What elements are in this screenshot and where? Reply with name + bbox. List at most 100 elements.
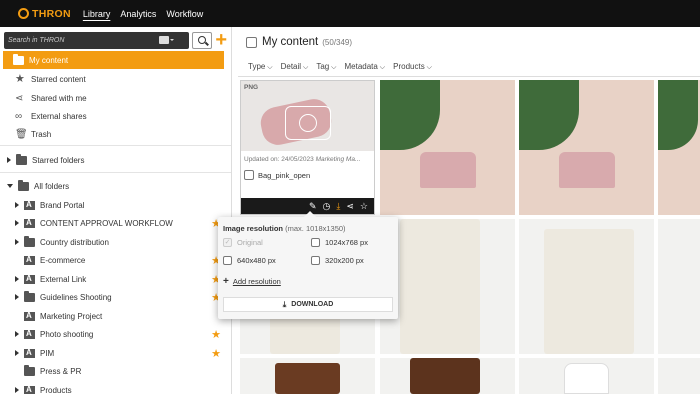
folder-icon <box>18 179 29 191</box>
sidebar-item-label: Trash <box>31 129 52 139</box>
sidebar-item-trash[interactable]: 🗑 Trash <box>0 125 51 143</box>
expand-icon[interactable] <box>15 294 19 300</box>
filter-metadata[interactable]: Metadata <box>345 62 386 72</box>
expand-icon[interactable] <box>15 387 19 393</box>
expand-icon[interactable] <box>15 331 19 337</box>
collapse-icon[interactable] <box>7 184 13 188</box>
folder-photo-shooting[interactable]: Photo shooting ★ <box>0 325 231 343</box>
add-button[interactable]: + <box>215 30 227 50</box>
sidebar-starred-folders[interactable]: Starred folders <box>0 151 84 169</box>
search-input[interactable]: Search in THRON <box>4 32 189 49</box>
folder-label: Country distribution <box>40 237 109 247</box>
asset-thumbnail <box>241 81 374 151</box>
thron-logo[interactable]: THRON <box>18 8 71 20</box>
folder-a-icon <box>24 311 35 321</box>
filter-detail[interactable]: Detail <box>281 62 309 72</box>
select-all-checkbox[interactable] <box>246 36 257 48</box>
nav-library[interactable]: Library <box>83 9 111 19</box>
folder-marketing-project[interactable]: Marketing Project <box>0 307 231 325</box>
card-name: Bag_pink_open <box>258 170 311 180</box>
sidebar-item-starred-content[interactable]: ★ Starred content <box>0 70 86 88</box>
expand-icon[interactable] <box>15 276 19 282</box>
nav-workflow[interactable]: Workflow <box>166 9 203 19</box>
folder-icon <box>24 235 35 247</box>
star-icon: ★ <box>15 72 25 85</box>
share-icon[interactable]: ⋖ <box>346 201 354 212</box>
checkbox-1024[interactable] <box>311 238 320 247</box>
link-icon: ∞ <box>15 110 23 122</box>
filter-type[interactable]: Type <box>248 62 273 72</box>
popup-title: Image resolution <box>223 224 284 233</box>
folder-external-link[interactable]: External Link★ <box>0 270 231 288</box>
expand-icon[interactable] <box>15 239 19 245</box>
card-checkbox[interactable] <box>244 170 254 180</box>
option-1024[interactable]: 1024x768 px <box>311 238 368 247</box>
folder-label: CONTENT APPROVAL WORKFLOW <box>40 218 173 228</box>
sidebar-all-folders[interactable]: All folders <box>0 177 69 195</box>
filter-bar: Type Detail Tag Metadata Products <box>238 57 700 77</box>
filter-tag[interactable]: Tag <box>316 62 336 72</box>
star-icon[interactable]: ★ <box>211 347 221 360</box>
expand-icon[interactable] <box>15 220 19 226</box>
folder-a-icon <box>24 329 35 339</box>
folder-press-pr[interactable]: Press & PR <box>0 362 231 380</box>
option-320[interactable]: 320x200 px <box>311 256 364 265</box>
folder-label: Guidelines Shooting <box>40 292 112 302</box>
card-folder: Marketing Ma... <box>315 156 361 163</box>
content-header: My content (50/349) <box>238 27 700 57</box>
sidebar-item-label: My content <box>29 55 69 65</box>
folder-a-icon <box>24 348 35 358</box>
sidebar-item-external-shares[interactable]: ∞ External shares <box>0 107 87 125</box>
download-label: DOWNLOAD <box>291 301 334 308</box>
add-resolution-link[interactable]: + Add resolution <box>223 276 281 287</box>
history-icon[interactable]: ◷ <box>323 201 331 212</box>
sidebar-item-my-content[interactable]: My content <box>3 51 224 69</box>
asset-card[interactable] <box>519 219 654 354</box>
download-icon: ⤓ <box>282 299 287 309</box>
asset-card[interactable] <box>658 219 700 354</box>
asset-card[interactable] <box>658 80 700 215</box>
page-title: My content <box>262 36 319 48</box>
option-640[interactable]: 640x480 px <box>223 256 276 265</box>
search-button[interactable] <box>191 32 213 49</box>
asset-card[interactable] <box>380 358 515 394</box>
expand-icon[interactable] <box>7 157 11 163</box>
checkbox-640[interactable] <box>223 256 232 265</box>
asset-card-selected[interactable]: PNG Updated on: 24/05/2023 Marketing Ma.… <box>240 80 375 215</box>
nav-analytics[interactable]: Analytics <box>120 9 156 19</box>
folder-guidelines-shooting[interactable]: Guidelines Shooting ★ <box>0 288 231 306</box>
expand-icon[interactable] <box>15 202 19 208</box>
folder-pim[interactable]: PIM ★ <box>0 344 231 362</box>
asset-card[interactable] <box>658 358 700 394</box>
asset-card[interactable] <box>519 80 654 215</box>
folder-brand-portal[interactable]: Brand Portal <box>0 196 231 214</box>
edit-icon[interactable]: ✎ <box>309 201 317 212</box>
folder-content-approval[interactable]: CONTENT APPROVAL WORKFLOW★ <box>0 214 231 232</box>
checkbox-original: ✓ <box>223 238 232 247</box>
star-icon[interactable]: ★ <box>211 328 221 341</box>
star-icon[interactable]: ☆ <box>360 201 368 212</box>
checkbox-320[interactable] <box>311 256 320 265</box>
folder-products[interactable]: Products <box>0 381 231 394</box>
sidebar-item-label: Starred folders <box>32 155 85 165</box>
camera-lens-icon <box>299 114 317 132</box>
asset-card[interactable] <box>380 219 515 354</box>
folder-country-distribution[interactable]: Country distribution <box>0 233 231 251</box>
asset-card[interactable] <box>519 358 654 394</box>
asset-card[interactable] <box>380 80 515 215</box>
filter-products[interactable]: Products <box>393 62 432 72</box>
download-button[interactable]: ⤓ DOWNLOAD <box>223 297 393 312</box>
sidebar-item-label: Shared with me <box>31 93 87 103</box>
folder-label: Products <box>40 385 72 394</box>
folder-label: Marketing Project <box>40 311 103 321</box>
folder-filter-icon[interactable] <box>158 36 174 44</box>
trousers-image <box>410 358 480 394</box>
sidebar-item-shared-with-me[interactable]: ⋖ Shared with me <box>0 89 87 107</box>
search-placeholder: Search in THRON <box>8 37 65 44</box>
expand-icon[interactable] <box>15 350 19 356</box>
folder-e-commerce[interactable]: E-commerce★ <box>0 251 231 269</box>
bag-image <box>420 152 476 188</box>
trousers-image <box>275 363 340 394</box>
asset-card[interactable] <box>240 358 375 394</box>
download-icon[interactable]: ⤓ <box>336 201 340 212</box>
